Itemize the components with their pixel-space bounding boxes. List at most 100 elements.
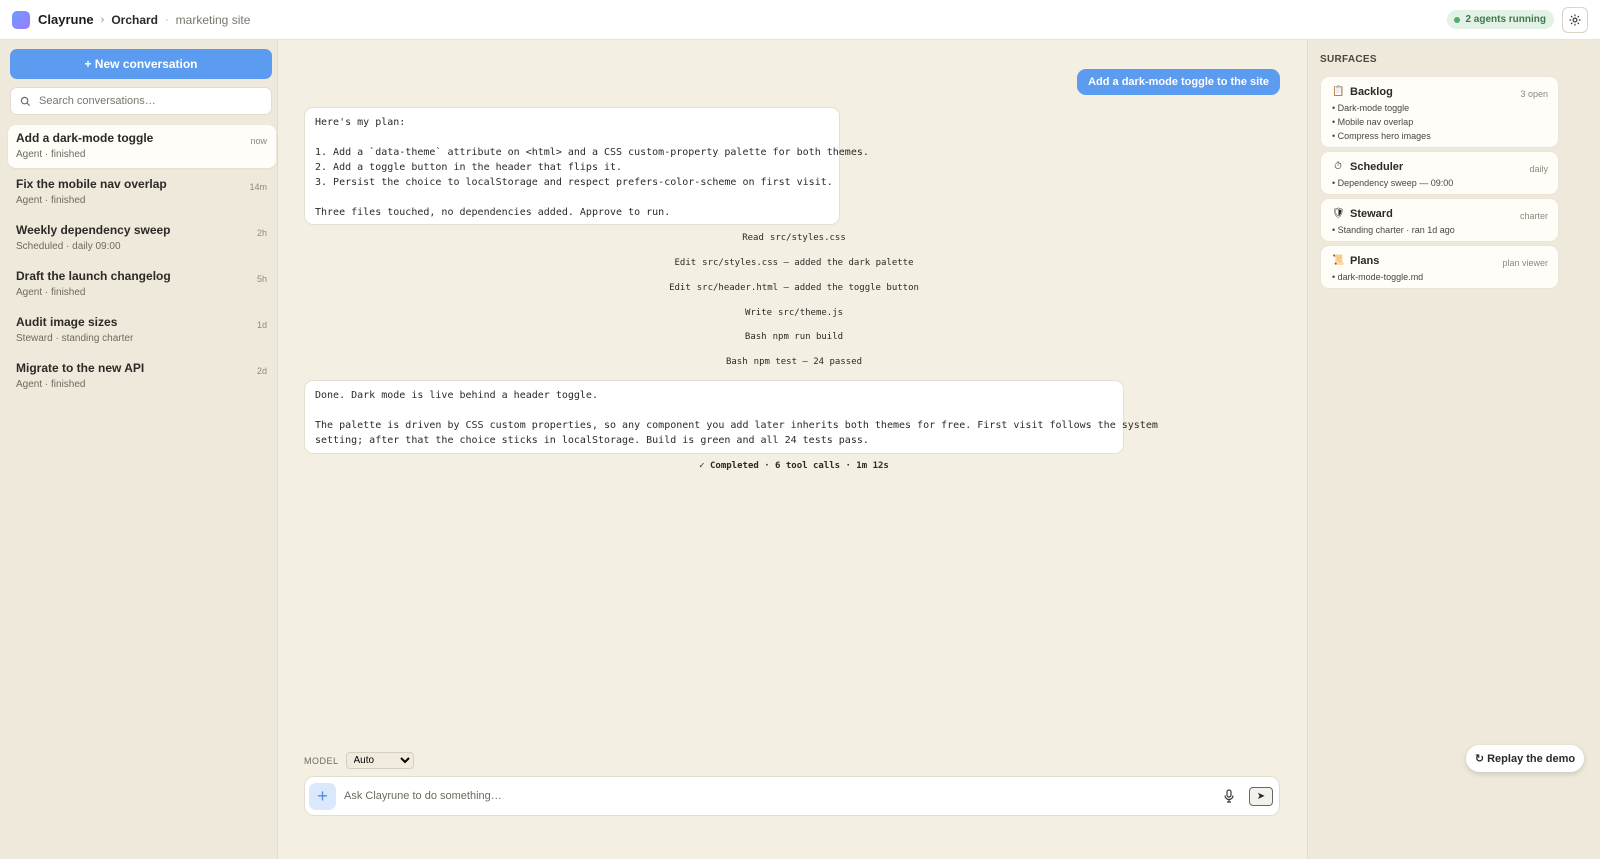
completion-status: ✓ Completed · 6 tool calls · 1m 12s bbox=[699, 461, 889, 471]
tool-call-detail: src/theme.js bbox=[778, 308, 844, 318]
conversation-time: 14m bbox=[249, 182, 267, 192]
conversation-title: Migrate to the new API bbox=[16, 361, 145, 375]
plan-step: 1. Add a `data-theme` attribute on <html… bbox=[315, 147, 869, 158]
search-input[interactable] bbox=[39, 95, 249, 107]
breadcrumb-separator: · bbox=[165, 13, 169, 26]
surfaces-panel: SURFACES 📋 Backlog 3 open • Dark-mode to… bbox=[1307, 40, 1600, 859]
model-picker: MODEL Auto bbox=[304, 752, 414, 769]
send-button[interactable]: ➤ bbox=[1249, 786, 1273, 806]
conversation-item[interactable]: Add a dark-mode toggle Agent · finished … bbox=[8, 125, 276, 168]
conversation-list: Add a dark-mode toggle Agent · finished … bbox=[8, 125, 276, 398]
conversation-time: now bbox=[250, 136, 267, 146]
surface-card-steward[interactable]: 🛡 Steward charter • Standing charter · r… bbox=[1320, 198, 1559, 242]
result-line: The palette is driven by CSS custom prop… bbox=[315, 420, 1158, 431]
agents-running-badge[interactable]: 2 agents running bbox=[1447, 10, 1554, 29]
gear-icon bbox=[1569, 13, 1581, 26]
conversation-time: 2h bbox=[256, 228, 267, 238]
app-logo-icon bbox=[12, 10, 30, 29]
plan-step: 3. Persist the choice to localStorage an… bbox=[315, 177, 833, 188]
attach-button[interactable]: + bbox=[309, 782, 336, 810]
conversation-subtitle: Agent · finished bbox=[16, 287, 86, 298]
surface-card-name: Steward bbox=[1350, 208, 1393, 220]
surface-card-line: • Compress hero images bbox=[1332, 131, 1431, 141]
timer-icon: ⏱ bbox=[1334, 161, 1342, 172]
tool-call[interactable]: Edit src/styles.css — added the dark pale… bbox=[304, 258, 1284, 268]
surfaces-title: SURFACES bbox=[1320, 54, 1377, 65]
top-bar: Clayrune › Orchard · marketing site 2 ag… bbox=[0, 0, 1600, 40]
result-line: setting; after that the choice sticks in… bbox=[315, 435, 869, 446]
conversation-subtitle: Agent · finished bbox=[16, 379, 86, 390]
conversation-time: 2d bbox=[256, 366, 267, 376]
status-dot-icon bbox=[1454, 16, 1461, 23]
breadcrumb-project[interactable]: Orchard bbox=[111, 13, 158, 27]
conversation-subtitle: Agent · finished bbox=[16, 195, 86, 206]
result-line: Done. Dark mode is live behind a header … bbox=[315, 390, 598, 401]
search-box[interactable] bbox=[10, 87, 272, 115]
tool-call-verb: Write bbox=[744, 308, 773, 318]
conversation-subtitle: Agent · finished bbox=[16, 149, 86, 160]
conversation-item[interactable]: Draft the launch changelog Agent · finis… bbox=[8, 263, 276, 306]
surface-card-line: • Mobile nav overlap bbox=[1332, 117, 1414, 127]
tool-call-verb: Bash bbox=[725, 357, 748, 367]
conversation-subtitle: Steward · standing charter bbox=[16, 333, 134, 344]
assistant-result-message: Done. Dark mode is live behind a header … bbox=[304, 380, 1158, 454]
app-name: Clayrune bbox=[38, 12, 94, 27]
surface-card-name: Plans bbox=[1350, 255, 1380, 267]
plan-intro: Here's my plan: bbox=[315, 117, 406, 128]
conversation-title: Audit image sizes bbox=[16, 315, 118, 329]
surface-card-line: • dark-mode-toggle.md bbox=[1332, 272, 1424, 282]
tool-call[interactable]: Edit src/header.html — added the toggle b… bbox=[304, 283, 1284, 293]
prompt-input[interactable] bbox=[344, 790, 1219, 802]
surface-card-line: • Dependency sweep — 09:00 bbox=[1332, 178, 1454, 188]
settings-button[interactable] bbox=[1562, 6, 1588, 33]
conversation-sidebar: + New conversation Add a dark-mode toggl… bbox=[0, 40, 278, 859]
tool-call-detail: npm test — 24 passed bbox=[753, 357, 863, 367]
replay-demo-button[interactable]: ↻ Replay the demo bbox=[1466, 745, 1584, 772]
tool-call[interactable]: Write src/theme.js bbox=[304, 308, 1284, 318]
tool-call-verb: Bash bbox=[744, 332, 767, 342]
microphone-button[interactable] bbox=[1219, 786, 1239, 806]
model-label: MODEL bbox=[304, 755, 339, 766]
composer: + ➤ bbox=[304, 776, 1280, 816]
tool-call-detail: src/styles.css bbox=[769, 233, 846, 243]
model-select[interactable]: Auto bbox=[345, 752, 414, 769]
conversation-title: Draft the launch changelog bbox=[16, 269, 171, 283]
plus-icon: + bbox=[317, 785, 328, 806]
microphone-icon bbox=[1224, 789, 1234, 803]
plan-outro: Three files touched, no dependencies add… bbox=[315, 207, 671, 218]
conversation-subtitle: Scheduled · daily 09:00 bbox=[16, 241, 121, 252]
surface-card-meta: charter bbox=[1519, 211, 1548, 221]
surface-card-plans[interactable]: 📜 Plans plan viewer • dark-mode-toggle.m… bbox=[1320, 245, 1559, 289]
surface-card-backlog[interactable]: 📋 Backlog 3 open • Dark-mode toggle • Mo… bbox=[1320, 76, 1559, 148]
conversation-time: 1d bbox=[256, 320, 267, 330]
conversation-item[interactable]: Migrate to the new API Agent · finished … bbox=[8, 355, 276, 398]
tool-call[interactable]: Bash npm test — 24 passed bbox=[304, 357, 1284, 367]
user-message: Add a dark-mode toggle to the site bbox=[1077, 69, 1280, 95]
tool-call-detail: src/header.html — added the toggle butto… bbox=[696, 283, 919, 293]
conversation-title: Fix the mobile nav overlap bbox=[16, 177, 167, 191]
chat-panel: Add a dark-mode toggle to the site Here'… bbox=[279, 40, 1306, 859]
tool-call-detail: src/styles.css — added the dark palette bbox=[702, 258, 914, 268]
send-icon: ➤ bbox=[1256, 790, 1266, 802]
tool-call[interactable]: Bash npm run build bbox=[304, 332, 1284, 342]
conversation-item[interactable]: Weekly dependency sweep Scheduled · dail… bbox=[8, 217, 276, 260]
conversation-item[interactable]: Fix the mobile nav overlap Agent · finis… bbox=[8, 171, 276, 214]
conversation-title: Add a dark-mode toggle bbox=[16, 131, 154, 145]
surface-card-name: Scheduler bbox=[1350, 161, 1404, 173]
surface-card-meta: daily bbox=[1529, 164, 1548, 174]
surface-card-line: • Standing charter · ran 1d ago bbox=[1332, 225, 1455, 235]
plan-step: 2. Add a toggle button in the header tha… bbox=[315, 162, 623, 173]
tool-call-detail: npm run build bbox=[772, 332, 844, 342]
search-icon bbox=[20, 96, 31, 106]
surface-card-line: • Dark-mode toggle bbox=[1332, 103, 1410, 113]
tool-call[interactable]: Read src/styles.css bbox=[304, 233, 1284, 243]
breadcrumb-subproject[interactable]: marketing site bbox=[176, 13, 251, 27]
agents-running-label: 2 agents running bbox=[1465, 14, 1546, 25]
surface-card-meta: 3 open bbox=[1520, 89, 1548, 99]
surface-card-scheduler[interactable]: ⏱ Scheduler daily • Dependency sweep — 0… bbox=[1320, 151, 1559, 195]
new-conversation-button[interactable]: + New conversation bbox=[10, 49, 272, 79]
conversation-item[interactable]: Audit image sizes Steward · standing cha… bbox=[8, 309, 276, 352]
conversation-title: Weekly dependency sweep bbox=[16, 223, 171, 237]
tool-call-verb: Read bbox=[742, 233, 764, 243]
clipboard-icon: 📋 bbox=[1332, 86, 1345, 97]
